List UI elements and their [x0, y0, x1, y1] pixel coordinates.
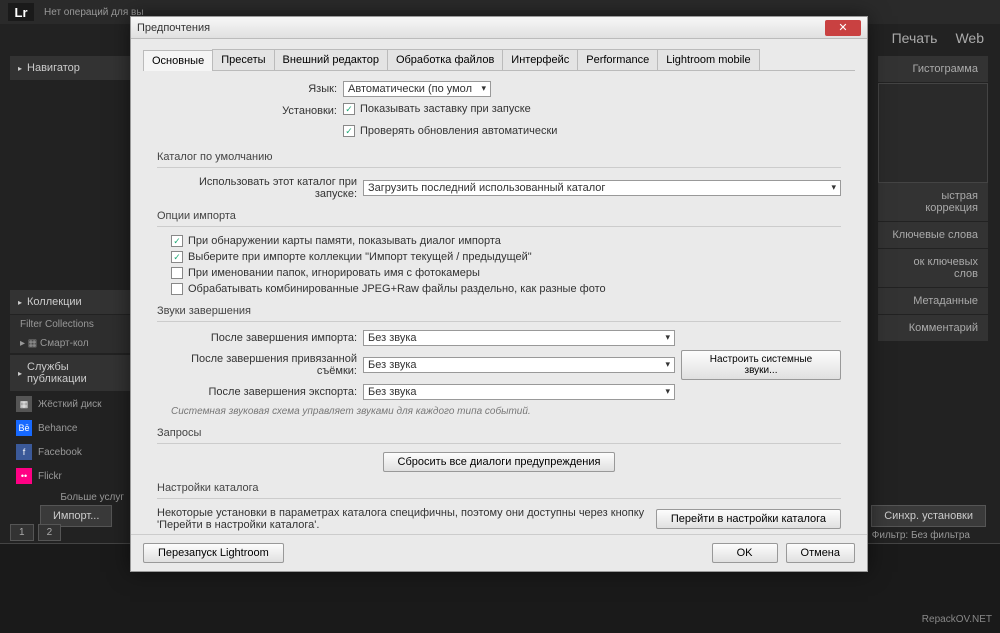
- sound-export-label: После завершения экспорта:: [157, 386, 357, 398]
- smart-collection[interactable]: ▸ ▦ Смарт-кол: [10, 334, 130, 353]
- keyword-list-panel[interactable]: ок ключевых слов: [878, 249, 988, 288]
- show-splash-checkbox[interactable]: ✓: [343, 103, 355, 115]
- language-select[interactable]: Автоматически (по умол: [343, 81, 491, 97]
- restart-lightroom-button[interactable]: Перезапуск Lightroom: [143, 543, 284, 563]
- page-2[interactable]: 2: [38, 524, 62, 541]
- watermark: RepackOV.NET: [922, 614, 992, 625]
- tab-external-editor[interactable]: Внешний редактор: [274, 49, 388, 70]
- completion-sounds-section: Звуки завершения: [157, 305, 841, 317]
- import-opt1-label: При обнаружении карты памяти, показывать…: [188, 235, 501, 247]
- harddisk-icon: ▦: [16, 396, 32, 412]
- tab-file-handling[interactable]: Обработка файлов: [387, 49, 503, 70]
- dialog-title: Предпочтения: [137, 22, 210, 34]
- histogram-panel[interactable]: Гистограмма: [878, 56, 988, 83]
- comments-panel[interactable]: Комментарий: [878, 315, 988, 342]
- sync-settings-button[interactable]: Синхр. установки: [871, 505, 986, 527]
- catalog-settings-section: Настройки каталога: [157, 482, 841, 494]
- status-text: Нет операций для вы: [44, 7, 144, 18]
- cancel-button[interactable]: Отмена: [786, 543, 855, 563]
- tab-presets[interactable]: Пресеты: [212, 49, 274, 70]
- sound-tether-label: После завершения привязанной съёмки:: [157, 353, 357, 377]
- quick-develop-panel[interactable]: ыстрая коррекция: [878, 183, 988, 222]
- keywords-panel[interactable]: Ключевые слова: [878, 222, 988, 249]
- tab-mobile[interactable]: Lightroom mobile: [657, 49, 759, 70]
- service-flickr[interactable]: ••Flickr: [10, 464, 130, 488]
- configure-system-sounds-button[interactable]: Настроить системные звуки...: [681, 350, 841, 380]
- check-updates-label: Проверять обновления автоматически: [360, 125, 557, 137]
- settings-label: Установки:: [157, 105, 337, 117]
- tab-general[interactable]: Основные: [143, 50, 213, 71]
- catalog-select[interactable]: Загрузить последний использованный катал…: [363, 180, 841, 196]
- module-print[interactable]: Печать: [892, 30, 938, 46]
- reset-warnings-button[interactable]: Сбросить все диалоги предупреждения: [383, 452, 616, 472]
- service-behance[interactable]: BēBehance: [10, 416, 130, 440]
- service-facebook[interactable]: fFacebook: [10, 440, 130, 464]
- flickr-icon: ••: [16, 468, 32, 484]
- sound-import-select[interactable]: Без звука: [363, 330, 675, 346]
- collections-panel[interactable]: Коллекции: [10, 290, 130, 315]
- module-web[interactable]: Web: [955, 30, 984, 46]
- import-detect-card-checkbox[interactable]: ✓: [171, 235, 183, 247]
- behance-icon: Bē: [16, 420, 32, 436]
- import-opt3-label: При именовании папок, игнорировать имя с…: [188, 267, 480, 279]
- ok-button[interactable]: OK: [712, 543, 778, 563]
- tab-performance[interactable]: Performance: [577, 49, 658, 70]
- app-logo: Lr: [8, 3, 34, 21]
- sound-hint: Системная звуковая схема управляет звука…: [171, 406, 841, 417]
- import-jpeg-raw-separate-checkbox[interactable]: [171, 283, 183, 295]
- metadata-panel[interactable]: Метаданные: [878, 288, 988, 315]
- catalog-label: Использовать этот каталог при запуске:: [157, 176, 357, 200]
- language-label: Язык:: [157, 83, 337, 95]
- import-ignore-camera-name-checkbox[interactable]: [171, 267, 183, 279]
- filter-collections[interactable]: Filter Collections: [10, 315, 130, 334]
- sound-tether-select[interactable]: Без звука: [363, 357, 675, 373]
- import-opt4-label: Обрабатывать комбинированные JPEG+Raw фа…: [188, 283, 606, 295]
- filter-dropdown[interactable]: Без фильтра: [911, 530, 970, 541]
- sound-export-select[interactable]: Без звука: [363, 384, 675, 400]
- close-button[interactable]: ✕: [825, 20, 861, 36]
- catalog-settings-text: Некоторые установки в параметрах каталог…: [157, 507, 646, 531]
- go-to-catalog-settings-button[interactable]: Перейти в настройки каталога: [656, 509, 841, 529]
- sound-import-label: После завершения импорта:: [157, 332, 357, 344]
- publish-services-panel[interactable]: Службы публикации: [10, 355, 130, 392]
- service-harddisk[interactable]: ▦Жёсткий диск: [10, 392, 130, 416]
- filter-label: Фильтр:: [872, 530, 908, 541]
- page-1[interactable]: 1: [10, 524, 34, 541]
- import-options-section: Опции импорта: [157, 210, 841, 222]
- requests-section: Запросы: [157, 427, 841, 439]
- import-collection-checkbox[interactable]: ✓: [171, 251, 183, 263]
- import-opt2-label: Выберите при импорте коллекции "Импорт т…: [188, 251, 532, 263]
- default-catalog-section: Каталог по умолчанию: [157, 151, 841, 163]
- check-updates-checkbox[interactable]: ✓: [343, 125, 355, 137]
- tab-interface[interactable]: Интерфейс: [502, 49, 578, 70]
- preferences-dialog: Предпочтения ✕ Основные Пресеты Внешний …: [130, 16, 868, 572]
- navigator-panel[interactable]: Навигатор: [10, 56, 130, 81]
- facebook-icon: f: [16, 444, 32, 460]
- show-splash-label: Показывать заставку при запуске: [360, 103, 531, 115]
